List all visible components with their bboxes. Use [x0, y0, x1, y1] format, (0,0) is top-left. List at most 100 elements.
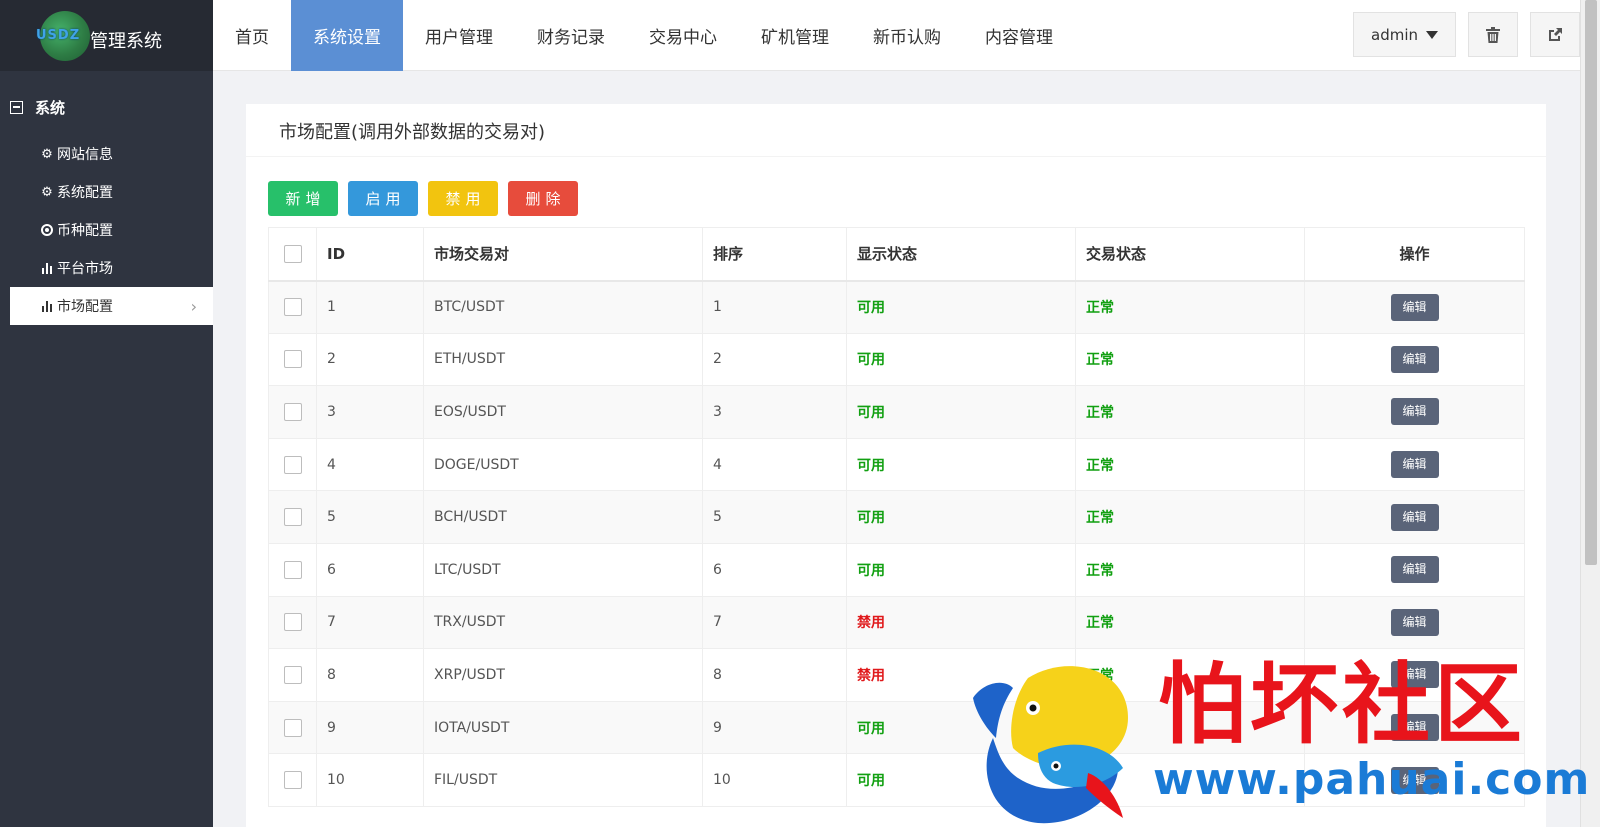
sidebar: USDZ 管理系统 系统 ⚙ 网站信息 ⚙ 系统配置 币种配置 平台市场 市场配…	[0, 0, 213, 827]
user-name: admin	[1371, 25, 1418, 44]
header-select-all[interactable]	[268, 227, 317, 282]
row-select-cell[interactable]	[268, 753, 317, 807]
edit-button[interactable]: 编辑	[1390, 714, 1439, 742]
gear-icon: ⚙	[41, 184, 53, 200]
cell-display-status: 可用	[846, 332, 1076, 387]
nav-system-settings[interactable]: 系统设置	[291, 0, 403, 71]
row-checkbox[interactable]	[283, 298, 302, 317]
enable-button[interactable]: 启用	[348, 181, 418, 216]
nav-home[interactable]: 首页	[213, 0, 291, 71]
logo[interactable]: USDZ 管理系统	[0, 0, 213, 71]
row-checkbox[interactable]	[283, 665, 302, 684]
row-select-cell[interactable]	[268, 595, 317, 650]
row-checkbox[interactable]	[283, 718, 302, 737]
clear-cache-button[interactable]	[1468, 12, 1518, 57]
nav-user-management[interactable]: 用户管理	[403, 0, 515, 71]
row-select-cell[interactable]	[268, 648, 317, 702]
table-row: 1 BTC/USDT 1 可用 正常 编辑	[268, 280, 1525, 334]
cell-display-status: 禁用	[846, 595, 1076, 650]
collapse-icon[interactable]	[10, 100, 23, 114]
edit-button[interactable]: 编辑	[1390, 451, 1439, 479]
cell-pair: XRP/USDT	[423, 648, 703, 702]
edit-button[interactable]: 编辑	[1390, 556, 1439, 584]
row-select-cell[interactable]	[268, 700, 317, 755]
sidebar-item-platform-market[interactable]: 平台市场	[0, 249, 213, 287]
row-select-cell[interactable]	[268, 490, 317, 544]
cell-id: 10	[316, 753, 424, 807]
logout-button[interactable]	[1530, 12, 1580, 57]
divider	[246, 156, 1546, 157]
scrollbar-thumb[interactable]	[1585, 0, 1597, 565]
sidebar-group-toggle[interactable]: 系统	[0, 95, 213, 119]
row-select-cell[interactable]	[268, 385, 317, 439]
row-select-cell[interactable]	[268, 280, 317, 334]
user-menu-button[interactable]: admin	[1353, 12, 1456, 57]
cell-sort: 1	[702, 280, 847, 334]
edit-button[interactable]: 编辑	[1390, 608, 1439, 636]
row-select-cell[interactable]	[268, 542, 317, 597]
add-button[interactable]: 新增	[268, 181, 338, 216]
row-select-cell[interactable]	[268, 332, 317, 387]
sidebar-item-label: 网站信息	[57, 147, 113, 163]
sidebar-item-coin-config[interactable]: 币种配置	[0, 211, 213, 249]
cell-pair: FIL/USDT	[423, 753, 703, 807]
header-sort: 排序	[702, 227, 847, 282]
cell-action: 编辑	[1304, 385, 1525, 439]
delete-button[interactable]: 删除	[508, 181, 578, 216]
cell-id: 3	[316, 385, 424, 439]
nav-trading-center[interactable]: 交易中心	[627, 0, 739, 71]
header-id: ID	[316, 227, 424, 282]
cell-pair: BCH/USDT	[423, 490, 703, 544]
nav-content-management[interactable]: 内容管理	[963, 0, 1075, 71]
cell-pair: TRX/USDT	[423, 595, 703, 650]
row-checkbox[interactable]	[283, 455, 302, 474]
cell-sort: 2	[702, 332, 847, 387]
sidebar-item-market-config[interactable]: 市场配置 ›	[10, 287, 213, 325]
target-icon	[39, 224, 55, 236]
cell-display-status: 可用	[846, 700, 1076, 755]
cell-sort: 7	[702, 595, 847, 650]
top-bar: 首页 系统设置 用户管理 财务记录 交易中心 矿机管理 新币认购 内容管理 ad…	[213, 0, 1580, 71]
chevron-right-icon: ›	[190, 296, 197, 316]
cell-trade-status: 正常	[1075, 332, 1305, 387]
cell-id: 1	[316, 280, 424, 334]
sidebar-group-system: 系统 ⚙ 网站信息 ⚙ 系统配置 币种配置 平台市场 市场配置 ›	[0, 71, 213, 325]
edit-button[interactable]: 编辑	[1390, 766, 1439, 794]
table-row: 2 ETH/USDT 2 可用 正常 编辑	[268, 332, 1525, 387]
row-checkbox[interactable]	[283, 560, 302, 579]
disable-button[interactable]: 禁用	[428, 181, 498, 216]
table-row: 5 BCH/USDT 5 可用 正常 编辑	[268, 490, 1525, 544]
cell-sort: 8	[702, 648, 847, 702]
edit-button[interactable]: 编辑	[1390, 503, 1439, 531]
row-select-cell[interactable]	[268, 437, 317, 492]
nav-miner-management[interactable]: 矿机管理	[739, 0, 851, 71]
cell-trade-status: 正常	[1075, 437, 1305, 492]
cell-pair: LTC/USDT	[423, 542, 703, 597]
edit-button[interactable]: 编辑	[1390, 293, 1439, 321]
cell-action: 编辑	[1304, 700, 1525, 755]
edit-button[interactable]: 编辑	[1390, 345, 1439, 373]
cell-trade-status: 正常	[1075, 753, 1305, 807]
edit-button[interactable]: 编辑	[1390, 398, 1439, 426]
cell-action: 编辑	[1304, 437, 1525, 492]
page-title: 市场配置(调用外部数据的交易对)	[279, 122, 546, 143]
page-scrollbar[interactable]	[1580, 0, 1600, 827]
sidebar-item-label: 市场配置	[57, 299, 113, 315]
table-row: 4 DOGE/USDT 4 可用 正常 编辑	[268, 437, 1525, 492]
cell-pair: EOS/USDT	[423, 385, 703, 439]
row-checkbox[interactable]	[283, 402, 302, 421]
cell-id: 4	[316, 437, 424, 492]
edit-button[interactable]: 编辑	[1390, 661, 1439, 689]
cell-action: 编辑	[1304, 332, 1525, 387]
cell-action: 编辑	[1304, 542, 1525, 597]
sidebar-item-system-config[interactable]: ⚙ 系统配置	[0, 173, 213, 211]
row-checkbox[interactable]	[283, 613, 302, 632]
row-checkbox[interactable]	[283, 771, 302, 790]
row-checkbox[interactable]	[283, 350, 302, 369]
table-row: 8 XRP/USDT 8 禁用 正常 编辑	[268, 648, 1525, 702]
nav-finance-records[interactable]: 财务记录	[515, 0, 627, 71]
sidebar-item-site-info[interactable]: ⚙ 网站信息	[0, 135, 213, 173]
row-checkbox[interactable]	[283, 508, 302, 527]
nav-new-coin-subscription[interactable]: 新币认购	[851, 0, 963, 71]
select-all-checkbox[interactable]	[283, 245, 302, 263]
